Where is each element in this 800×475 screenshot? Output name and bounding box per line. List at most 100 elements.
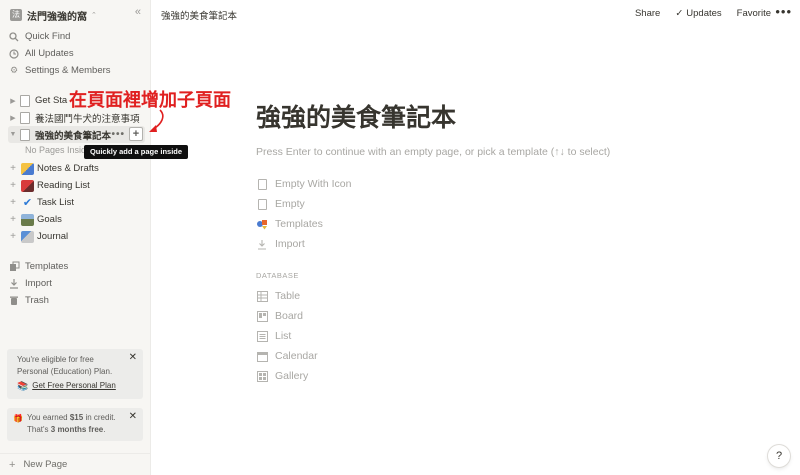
credit-text: You earned $15 in credit. That's 3 month… <box>27 413 116 434</box>
nav-label: Quick Find <box>25 31 71 42</box>
row-actions: ••• + <box>111 127 143 141</box>
database-section-label: DATABASE <box>256 271 299 280</box>
tree-item-label: Goals <box>37 214 62 225</box>
no-pages-inside-text: No Pages Insid <box>25 145 87 155</box>
close-icon[interactable]: ✕ <box>129 411 137 423</box>
tree-item-label: Task List <box>37 197 74 208</box>
card-text: You're eligible for free Personal (Educa… <box>17 355 113 376</box>
tree-item-label: Journal <box>37 231 69 242</box>
table-icon <box>256 290 268 302</box>
option-calendar[interactable]: Calendar <box>256 348 318 364</box>
plus-icon: + <box>9 458 16 471</box>
gift-icon: 🎁 <box>13 414 23 423</box>
tree-item-journal[interactable]: + Journal <box>8 228 145 245</box>
nav-label: Templates <box>25 261 69 272</box>
nav-all-updates[interactable]: All Updates <box>8 45 145 62</box>
plus-icon[interactable]: + <box>8 180 18 191</box>
download-icon <box>8 278 20 290</box>
calendar-icon <box>256 350 268 362</box>
get-free-plan-link[interactable]: Get Free Personal Plan <box>32 380 116 392</box>
workspace-logo: 法 <box>10 9 22 21</box>
books-emoji-icon <box>21 179 34 192</box>
mountain-emoji-icon <box>21 213 34 226</box>
chevron-updown-icon: ⌃ <box>91 12 97 19</box>
tooltip: Quickly add a page inside <box>84 145 188 159</box>
page-icon <box>20 111 30 124</box>
top-actions: Share ✓ Updates Favorite <box>620 8 771 19</box>
triangle-down-icon[interactable]: ▼ <box>8 131 18 138</box>
workspace-name: 法門強強的窩 <box>27 11 87 23</box>
page-icon <box>20 94 30 107</box>
option-templates[interactable]: Templates <box>256 216 323 232</box>
triangle-right-icon[interactable]: ▶ <box>8 97 18 105</box>
page-icon <box>256 198 268 210</box>
check-emoji-icon: ✔ <box>22 196 33 209</box>
option-board[interactable]: Board <box>256 308 303 324</box>
option-gallery[interactable]: Gallery <box>256 368 308 384</box>
nav-label: Trash <box>25 295 49 306</box>
more-icon[interactable]: ••• <box>111 129 125 140</box>
templates-color-icon <box>256 218 268 230</box>
tree-item-reading-list[interactable]: + Reading List <box>8 177 145 194</box>
option-import[interactable]: Import <box>256 236 305 252</box>
option-empty[interactable]: Empty <box>256 196 305 212</box>
page-with-icon-icon <box>256 178 268 190</box>
templates-icon <box>8 261 20 273</box>
sidebar: 法 法門強強的窩 ⌃ « Quick Find All Updates ⚙ Se… <box>0 0 151 475</box>
tree-item-label: Notes & Drafts <box>37 163 99 174</box>
emoji-icon <box>21 162 34 175</box>
nav-trash[interactable]: Trash <box>8 292 145 309</box>
tree-item-label: Get Sta <box>35 95 68 106</box>
workspace-switcher[interactable]: 法 法門強強的窩 ⌃ « <box>8 6 145 24</box>
nav-quick-find[interactable]: Quick Find <box>8 28 145 45</box>
help-button[interactable]: ? <box>768 445 790 467</box>
favorite-button[interactable]: Favorite <box>737 8 771 19</box>
option-empty-with-icon[interactable]: Empty With Icon <box>256 176 351 192</box>
page-title[interactable]: 強強的美食筆記本 <box>256 98 456 134</box>
tree-item-active[interactable]: ▼ 強強的美食筆記本 ••• + <box>8 126 145 143</box>
more-options-icon[interactable]: ••• <box>775 4 792 19</box>
gear-icon: ⚙ <box>9 65 19 75</box>
share-button[interactable]: Share <box>635 8 660 19</box>
page-icon <box>20 128 30 141</box>
credit-card: ✕ 🎁 You earned $15 in credit. That's 3 m… <box>7 408 143 441</box>
tree-item-task-list[interactable]: + ✔ Task List <box>8 194 145 211</box>
plus-icon[interactable]: + <box>8 163 18 174</box>
nav-import[interactable]: Import <box>8 275 145 292</box>
nav-label: Import <box>25 278 52 289</box>
tree-item-notes-drafts[interactable]: + Notes & Drafts <box>8 160 145 177</box>
board-icon <box>256 310 268 322</box>
tree-item-goals[interactable]: + Goals <box>8 211 145 228</box>
search-icon <box>8 31 20 43</box>
option-list[interactable]: List <box>256 328 291 344</box>
breadcrumb[interactable]: 強強的美食筆記本 <box>161 8 237 22</box>
template-hint: Press Enter to continue with an empty pa… <box>256 146 611 158</box>
nav-label: Settings & Members <box>25 65 111 76</box>
option-table[interactable]: Table <box>256 288 300 304</box>
pen-emoji-icon <box>21 230 34 243</box>
triangle-right-icon[interactable]: ▶ <box>8 114 18 122</box>
clock-icon <box>8 48 20 60</box>
plus-icon[interactable]: + <box>8 214 18 225</box>
updates-button[interactable]: ✓ Updates <box>675 8 721 19</box>
nav-settings-members[interactable]: ⚙ Settings & Members <box>8 62 145 79</box>
new-page-label: New Page <box>23 459 68 470</box>
plus-icon[interactable]: + <box>8 197 18 208</box>
tree-item-label: 強強的美食筆記本 <box>35 130 112 142</box>
collapse-sidebar-icon[interactable]: « <box>135 6 141 18</box>
topbar: 強強的美食筆記本 Share ✓ Updates Favorite ••• <box>151 0 800 28</box>
close-icon[interactable]: ✕ <box>129 352 137 364</box>
education-plan-card: ✕ You're eligible for free Personal (Edu… <box>7 349 143 399</box>
list-icon <box>256 330 268 342</box>
tree-item-label: Reading List <box>37 180 90 191</box>
download-icon <box>256 238 268 250</box>
trash-icon <box>8 295 20 307</box>
annotation-arrow-icon <box>149 109 164 132</box>
gallery-icon <box>256 370 268 382</box>
check-icon: ✓ <box>675 8 684 19</box>
tree-item-label: 養法國鬥牛犬的注意事項 <box>35 113 140 125</box>
plus-icon[interactable]: + <box>8 231 18 242</box>
books-icon: 📚 <box>17 381 29 391</box>
nav-templates[interactable]: Templates <box>8 258 145 275</box>
new-page-button[interactable]: + New Page <box>0 453 150 475</box>
